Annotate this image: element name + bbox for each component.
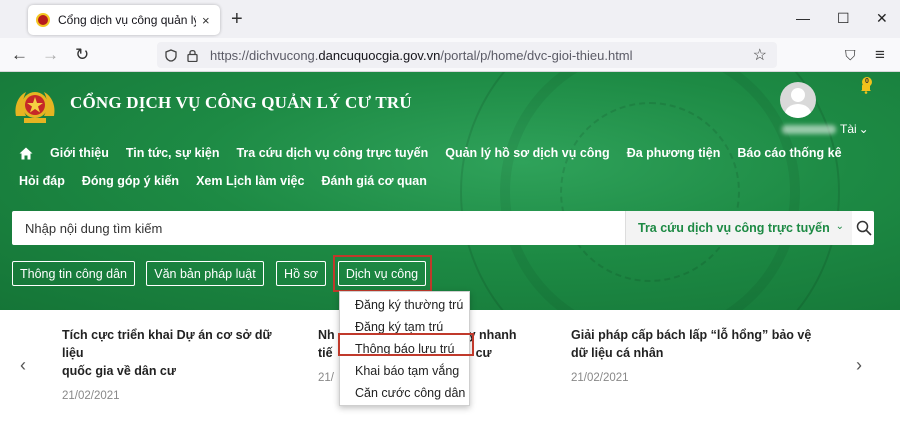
lock-icon (187, 49, 198, 62)
minimize-icon[interactable]: — (796, 10, 810, 26)
notification-badge: 0 (862, 77, 872, 87)
nav-da-phuong-tien[interactable]: Đa phương tiện (627, 146, 721, 160)
carousel-next-icon[interactable]: › (856, 355, 862, 376)
news-date: 21/02/2021 (571, 372, 629, 384)
news-title: Tích cực triển khai Dự án cơ sở dữ liệu q… (62, 328, 272, 378)
bronze-drum-inner-ring (560, 102, 740, 282)
new-tab-button[interactable]: + (231, 9, 243, 29)
dich-vu-cong-highlight (333, 255, 432, 292)
news-title: Giải pháp cấp bách lấp “lỗ hổng” bảo vệ d… (571, 328, 812, 360)
nav-hoi-dap[interactable]: Hỏi đáp (19, 174, 65, 188)
browser-tab-bar: Cổng dịch vụ công quản lý cư trú × + — ☐… (0, 0, 900, 38)
nav-gioi-thieu[interactable]: Giới thiệu (50, 146, 109, 160)
carousel-prev-icon[interactable]: ‹ (20, 355, 26, 376)
van-ban-phap-luat-button[interactable]: Văn bản pháp luật (146, 261, 264, 286)
menu-item-dang-ky-thuong-tru[interactable]: Đăng ký thường trú (355, 298, 463, 312)
browser-nav-bar: ← → ↻ https://dichvucong.dancuquocgia.go… (0, 38, 900, 72)
main-nav-row-2: Hỏi đáp Đóng góp ý kiến Xem Lịch làm việ… (19, 171, 444, 191)
search-category-label: Tra cứu dịch vụ công trực tuyến (638, 221, 830, 235)
close-tab-icon[interactable]: × (202, 13, 210, 28)
menu-item-dang-ky-tam-tru[interactable]: Đăng ký tạm trú (355, 320, 443, 334)
news-card[interactable]: Tích cực triển khai Dự án cơ sở dữ liệu q… (62, 326, 292, 402)
nav-bao-cao-thong-ke[interactable]: Báo cáo thống kê (737, 146, 841, 160)
site-header: CỔNG DỊCH VỤ CÔNG QUẢN LÝ CƯ TRÚ 0 Tài ⌄ … (0, 72, 900, 310)
user-avatar[interactable] (780, 82, 816, 118)
pocket-icon[interactable]: ⛉ (845, 47, 856, 64)
bookmark-star-icon[interactable]: ☆ (753, 45, 767, 65)
news-date: 21/02/2021 (62, 390, 120, 402)
site-title[interactable]: CỔNG DỊCH VỤ CÔNG QUẢN LÝ CƯ TRÚ (70, 93, 412, 113)
shield-icon (165, 48, 177, 62)
search-bar: Tra cứu dịch vụ công trực tuyến ⌄ (12, 211, 874, 245)
user-menu[interactable]: Tài ⌄ (782, 122, 869, 136)
site-favicon-icon (36, 13, 50, 27)
nav-tra-cuu-dvc[interactable]: Tra cứu dịch vụ công trực tuyến (236, 146, 428, 160)
home-icon[interactable] (19, 147, 33, 160)
browser-tab[interactable]: Cổng dịch vụ công quản lý cư trú × (28, 5, 220, 35)
window-close-icon[interactable]: ✕ (876, 10, 888, 27)
maximize-icon[interactable]: ☐ (837, 10, 850, 27)
thong-bao-luu-tru-highlight (338, 333, 474, 356)
url-text: https://dichvucong.dancuquocgia.gov.vn/p… (210, 47, 633, 63)
app-menu-icon[interactable]: ≡ (875, 45, 885, 65)
nav-quan-ly-ho-so[interactable]: Quản lý hồ sơ dịch vụ công (445, 146, 609, 160)
forward-icon[interactable]: → (42, 45, 59, 65)
ho-so-button[interactable]: Hồ sơ (276, 261, 326, 286)
thong-tin-cong-dan-button[interactable]: Thông tin công dân (12, 261, 135, 286)
chevron-down-icon: ⌄ (835, 221, 844, 232)
menu-item-khai-bao-tam-vang[interactable]: Khai báo tạm vắng (355, 364, 459, 378)
search-input[interactable] (12, 211, 624, 245)
menu-item-can-cuoc-cong-dan[interactable]: Căn cước công dân (355, 386, 465, 400)
main-nav-row-1: Giới thiệu Tin tức, sự kiện Tra cứu dịch… (19, 143, 859, 163)
nav-danh-gia-co-quan[interactable]: Đánh giá cơ quan (321, 174, 426, 188)
reload-icon[interactable]: ↻ (75, 45, 89, 65)
news-card[interactable]: Giải pháp cấp bách lấp “lỗ hổng” bảo vệ d… (571, 326, 821, 384)
police-emblem-icon[interactable] (12, 86, 58, 126)
search-icon[interactable] (855, 219, 873, 237)
nav-tin-tuc[interactable]: Tin tức, sự kiện (126, 146, 220, 160)
nav-lich-lam-viec[interactable]: Xem Lịch làm việc (196, 174, 304, 188)
tab-title: Cổng dịch vụ công quản lý cư trú (58, 13, 196, 27)
url-bar[interactable]: https://dichvucong.dancuquocgia.gov.vn/p… (157, 42, 777, 68)
search-category-select[interactable]: Tra cứu dịch vụ công trực tuyến ⌄ (625, 211, 852, 245)
nav-dong-gop-y-kien[interactable]: Đóng góp ý kiến (82, 174, 179, 188)
back-icon[interactable]: ← (11, 45, 28, 65)
